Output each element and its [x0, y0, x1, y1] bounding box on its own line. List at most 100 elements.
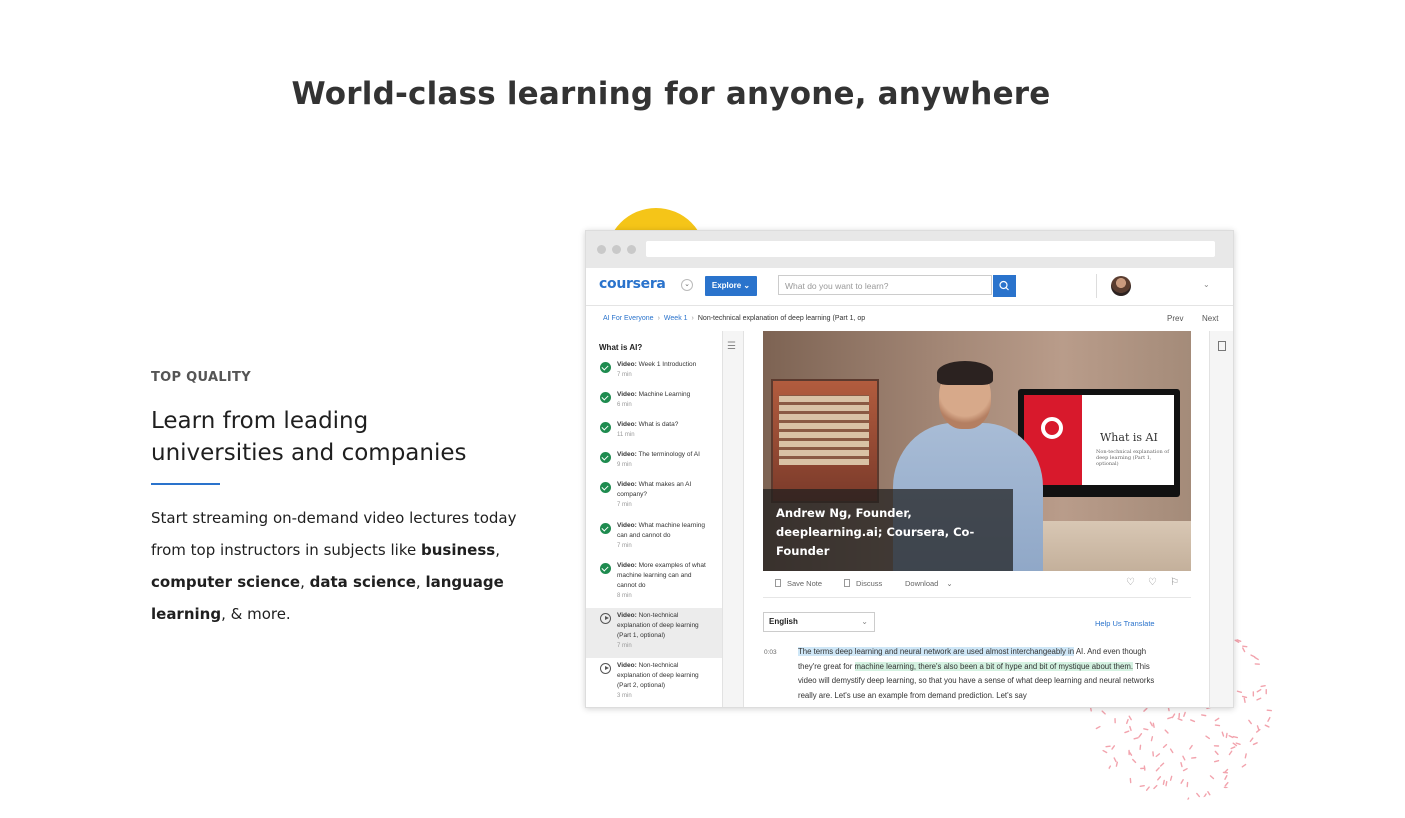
save-note-label: Save Note: [787, 579, 823, 588]
language-value: English: [769, 617, 798, 626]
decorative-dash: [1169, 748, 1174, 754]
decorative-dash: [1225, 732, 1228, 739]
thumbs-up-icon[interactable]: ♡: [1126, 577, 1135, 588]
lesson-text: Video: Machine Learning 6 min: [617, 390, 712, 410]
separator: ,: [300, 573, 310, 591]
module-title: What is AI?: [599, 343, 643, 352]
help-translate-link[interactable]: Help Us Translate: [1095, 619, 1155, 628]
breadcrumb-course[interactable]: AI For Everyone: [603, 315, 654, 322]
lesson-item[interactable]: Video: The terminology of AI 9 min: [586, 447, 722, 475]
decorative-dash: [1252, 742, 1258, 746]
discuss-button[interactable]: Discuss: [844, 579, 882, 588]
decorative-dash: [1203, 793, 1207, 799]
video-player[interactable]: What is AI Non-technical explanation of …: [763, 331, 1191, 571]
transcript-timestamp[interactable]: 0:03: [764, 649, 777, 656]
browser-mockup: coursera ⌄ Explore ⌄ What do you want to…: [585, 230, 1234, 708]
breadcrumb-current: Non-technical explanation of deep learni…: [697, 315, 866, 322]
transcript-text[interactable]: The terms deep learning and neural netwo…: [798, 645, 1158, 703]
subject-data-science: data science: [309, 573, 416, 591]
chevron-down-icon: ⌄: [946, 579, 953, 588]
address-bar[interactable]: [646, 241, 1215, 257]
decorative-dash: [1228, 750, 1233, 756]
lesson-item[interactable]: Video: Week 1 Introduction 7 min: [586, 357, 722, 385]
notes-icon[interactable]: [1218, 341, 1226, 351]
lesson-type: Video:: [617, 612, 637, 619]
heading-underline: [151, 483, 220, 485]
decorative-dash: [1128, 715, 1132, 721]
lesson-title: Machine Learning: [638, 391, 691, 398]
decorative-dash: [1155, 753, 1161, 758]
description-outro: , & more.: [221, 605, 291, 623]
presenter-hair: [937, 361, 993, 385]
save-note-button[interactable]: Save Note: [775, 579, 822, 588]
lesson-type: Video:: [617, 522, 637, 529]
discuss-label: Discuss: [856, 579, 883, 588]
list-icon[interactable]: ☰: [727, 341, 736, 352]
transcript-highlight-saved[interactable]: machine learning, there's also been a bi…: [854, 661, 1133, 671]
lesson-duration: 7 min: [617, 502, 632, 508]
flag-icon[interactable]: ⚐: [1170, 577, 1179, 588]
lesson-item[interactable]: Video: Non-technical explanation of deep…: [586, 608, 722, 658]
decorative-dash: [1164, 729, 1169, 734]
check-circle-icon: [600, 563, 611, 574]
browser-chrome: [586, 231, 1233, 268]
decorative-dash: [1230, 746, 1236, 750]
screen-subtitle: Non-technical explanation of deep learni…: [1096, 449, 1170, 467]
coursera-logo[interactable]: coursera: [599, 276, 666, 292]
feature-description: Start streaming on-demand video lectures…: [151, 502, 531, 630]
chevron-down-icon[interactable]: ⌄: [681, 279, 693, 291]
decorative-dash: [1102, 749, 1108, 754]
language-select[interactable]: English ⌄: [763, 612, 875, 632]
decorative-dash: [1256, 688, 1262, 693]
lesson-item[interactable]: Video: What is data? 11 min: [586, 417, 722, 445]
decorative-dash: [1196, 792, 1201, 798]
next-link[interactable]: Next: [1202, 306, 1218, 331]
thumbs-down-icon[interactable]: ♡: [1148, 577, 1157, 588]
download-button[interactable]: Download ⌄: [905, 579, 953, 588]
prev-link[interactable]: Prev: [1167, 306, 1183, 331]
decorative-dash: [1214, 750, 1219, 756]
decorative-dash: [1224, 768, 1229, 774]
decorative-dash: [1244, 753, 1247, 759]
avatar[interactable]: [1111, 276, 1131, 296]
decorative-dash: [1107, 765, 1112, 771]
lesson-item[interactable]: Video: More examples of what machine lea…: [586, 558, 722, 606]
decorative-dash: [1113, 757, 1117, 763]
lesson-item[interactable]: Video: Machine Learning 6 min: [586, 387, 722, 415]
decorative-dash: [1150, 736, 1154, 742]
decorative-dash: [1159, 762, 1165, 767]
lesson-duration: 9 min: [617, 462, 632, 468]
decorative-dash: [1205, 735, 1211, 740]
decorative-dash: [1143, 707, 1148, 712]
lesson-item[interactable]: Video: Non-technical explanation of deep…: [586, 658, 722, 707]
decorative-dash: [1250, 654, 1256, 658]
lesson-item[interactable]: Video: What makes an AI company? 7 min: [586, 477, 722, 515]
window-dot-icon: [612, 245, 621, 254]
transcript-highlight-current[interactable]: The terms deep learning and neural netwo…: [798, 647, 1075, 656]
search-input[interactable]: What do you want to learn?: [778, 275, 992, 295]
chevron-down-icon[interactable]: ⌄: [1203, 280, 1210, 289]
decorative-dash: [1132, 758, 1137, 764]
decorative-dash: [1243, 697, 1246, 704]
search-button[interactable]: [993, 275, 1016, 297]
video-caption: Andrew Ng, Founder, deeplearning.ai; Cou…: [763, 489, 1013, 571]
explore-button[interactable]: Explore ⌄: [705, 276, 757, 296]
decorative-dash: [1213, 759, 1220, 763]
decorative-dash: [1254, 656, 1259, 661]
decorative-dash: [1255, 728, 1261, 733]
breadcrumb-week[interactable]: Week 1: [664, 315, 688, 322]
external-link-icon: [844, 579, 850, 587]
decorative-dash: [1101, 710, 1106, 715]
decorative-dash: [1182, 755, 1186, 761]
toc-toggle-column: ☰: [723, 331, 744, 707]
search-icon: [999, 280, 1009, 291]
decorative-dash: [1214, 724, 1221, 727]
decorative-dash: [1201, 714, 1207, 717]
decorative-dash: [1171, 713, 1176, 719]
lesson-item[interactable]: Video: What machine learning can and can…: [586, 518, 722, 556]
lesson-duration: 3 min: [617, 693, 632, 699]
decorative-dash: [1152, 722, 1155, 728]
decorative-dash: [1180, 762, 1183, 768]
decorative-dash: [1236, 690, 1243, 694]
lesson-text: Video: Week 1 Introduction 7 min: [617, 360, 712, 380]
